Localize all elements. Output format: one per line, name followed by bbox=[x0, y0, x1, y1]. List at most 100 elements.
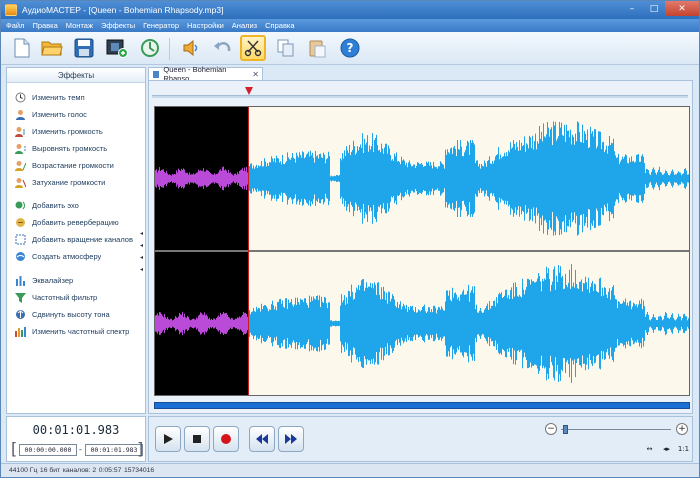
reverb-icon bbox=[15, 217, 26, 228]
effect-label: Создать атмосферу bbox=[32, 251, 102, 261]
rotation-icon bbox=[15, 234, 26, 245]
effect-label: Изменить громкость bbox=[32, 126, 103, 136]
zoom-slider-track[interactable] bbox=[561, 429, 671, 430]
menu-effects[interactable]: Эффекты bbox=[101, 21, 135, 30]
record-button[interactable] bbox=[213, 426, 239, 452]
zoom-in-button[interactable]: + bbox=[676, 423, 688, 435]
open-button[interactable] bbox=[39, 35, 65, 61]
spectrum-icon bbox=[15, 326, 26, 337]
collapse-arrow-icon[interactable]: ◂ bbox=[140, 242, 143, 249]
effect-change-volume[interactable]: Изменить громкость bbox=[15, 124, 103, 138]
effect-change-voice[interactable]: Изменить голос bbox=[15, 107, 87, 121]
waveform-area[interactable] bbox=[154, 106, 690, 396]
effect-pitch-shift[interactable]: Сдвинуть высоту тона bbox=[15, 307, 110, 321]
equalizer-icon bbox=[15, 275, 26, 286]
copy-button[interactable] bbox=[273, 35, 299, 61]
record-icon bbox=[221, 434, 231, 444]
current-time: 00:01:01.983 bbox=[32, 423, 120, 437]
collapse-arrow-icon[interactable]: ◂ bbox=[140, 254, 143, 261]
volume-button[interactable] bbox=[178, 35, 204, 61]
effect-label: Добавить реверберацию bbox=[32, 217, 119, 227]
zoom-1-1-button[interactable]: 1:1 bbox=[677, 443, 690, 455]
paste-button[interactable] bbox=[304, 35, 330, 61]
convert-button[interactable] bbox=[137, 35, 163, 61]
timeline-bar[interactable] bbox=[152, 95, 688, 98]
paste-icon bbox=[309, 40, 326, 58]
collapse-arrow-icon[interactable]: ◂ bbox=[140, 266, 143, 273]
fast-forward-button[interactable] bbox=[278, 426, 304, 452]
volume-person-icon bbox=[15, 177, 26, 188]
effect-label: Сдвинуть высоту тона bbox=[32, 309, 110, 319]
menu-file[interactable]: Файл bbox=[6, 21, 24, 30]
volume-person-icon bbox=[15, 160, 26, 171]
effect-atmosphere[interactable]: Создать атмосферу bbox=[15, 249, 101, 263]
transport-bar: − + ↔ ◂▸ 1:1 bbox=[148, 416, 693, 462]
fit-vertical-button[interactable]: ◂▸ bbox=[660, 443, 673, 455]
save-button[interactable] bbox=[71, 35, 97, 61]
effect-equalizer[interactable]: Эквалайзер bbox=[15, 273, 73, 287]
scroll-bar[interactable] bbox=[154, 402, 690, 409]
menu-generator[interactable]: Генератор bbox=[143, 21, 179, 30]
effect-label: Частотный фильтр bbox=[32, 292, 98, 302]
toolbar: ? bbox=[1, 32, 699, 65]
help-button[interactable]: ? bbox=[337, 35, 363, 61]
video-button[interactable] bbox=[104, 35, 130, 61]
timeline[interactable] bbox=[152, 87, 688, 101]
close-button[interactable]: ✕ bbox=[665, 1, 699, 16]
effect-label: Изменить частотный спектр bbox=[32, 326, 130, 336]
effects-header: Эффекты bbox=[7, 68, 145, 83]
copy-icon bbox=[277, 39, 294, 57]
pitch-icon bbox=[15, 309, 26, 320]
stop-button[interactable] bbox=[184, 426, 210, 452]
effect-fade-out[interactable]: Затухание громкости bbox=[15, 175, 105, 189]
menu-settings[interactable]: Настройки bbox=[187, 21, 224, 30]
rewind-button[interactable] bbox=[249, 426, 275, 452]
window-controls: – □ ✕ bbox=[621, 1, 699, 17]
playhead-line bbox=[248, 107, 249, 395]
app-window: АудиоМАСТЕР - [Queen - Bohemian Rhapsody… bbox=[0, 0, 700, 478]
effect-frequency-spectrum[interactable]: Изменить частотный спектр bbox=[15, 324, 129, 338]
document-tab[interactable]: Queen - Bohemian Rhapso... ✕ bbox=[148, 65, 263, 83]
collapse-arrow-icon[interactable]: ◂ bbox=[140, 230, 143, 237]
menu-analysis[interactable]: Анализ bbox=[232, 21, 257, 30]
maximize-button[interactable]: □ bbox=[643, 1, 665, 16]
effect-label: Возрастание громкости bbox=[32, 160, 114, 170]
menu-montage[interactable]: Монтаж bbox=[66, 21, 93, 30]
effect-echo[interactable]: Добавить эхо bbox=[15, 198, 79, 212]
svg-text:?: ? bbox=[347, 41, 354, 55]
close-tab-icon[interactable]: ✕ bbox=[252, 70, 259, 79]
effect-label: Затухание громкости bbox=[32, 177, 106, 187]
undo-button[interactable] bbox=[209, 35, 235, 61]
effect-label: Добавить эхо bbox=[32, 200, 79, 210]
fast-forward-icon bbox=[285, 434, 297, 444]
echo-icon bbox=[15, 200, 26, 211]
undo-icon bbox=[214, 42, 231, 52]
effects-panel: Эффекты Изменить темп Изменить голос Изм… bbox=[6, 67, 146, 414]
zoom-out-button[interactable]: − bbox=[545, 423, 557, 435]
selection-start-field[interactable]: 00:00:00.000 bbox=[19, 444, 77, 456]
new-file-button[interactable] bbox=[9, 35, 35, 61]
filter-icon bbox=[15, 292, 26, 303]
effect-change-tempo[interactable]: Изменить темп bbox=[15, 90, 85, 104]
effect-channel-rotation[interactable]: Добавить вращение каналов bbox=[15, 232, 133, 246]
effect-label: Эквалайзер bbox=[32, 275, 74, 285]
effect-normalize-volume[interactable]: Выровнять громкость bbox=[15, 141, 107, 155]
status-channels: каналов: 2 bbox=[62, 467, 97, 474]
menu-help[interactable]: Справка bbox=[265, 21, 294, 30]
play-button[interactable] bbox=[155, 426, 181, 452]
fit-horizontal-button[interactable]: ↔ bbox=[643, 443, 656, 455]
play-icon bbox=[164, 434, 173, 444]
playhead-marker-icon[interactable] bbox=[245, 87, 253, 95]
effect-reverb[interactable]: Добавить реверберацию bbox=[15, 215, 119, 229]
person-icon bbox=[15, 109, 26, 120]
minimize-button[interactable]: – bbox=[621, 1, 643, 16]
menu-bar: Файл Правка Монтаж Эффекты Генератор Нас… bbox=[1, 19, 699, 32]
effect-fade-in[interactable]: Возрастание громкости bbox=[15, 158, 114, 172]
open-folder-icon bbox=[41, 41, 63, 56]
window-title: АудиоМАСТЕР - [Queen - Bohemian Rhapsody… bbox=[22, 5, 224, 15]
effect-frequency-filter[interactable]: Частотный фильтр bbox=[15, 290, 97, 304]
cut-button[interactable] bbox=[240, 35, 266, 61]
menu-edit[interactable]: Правка bbox=[32, 21, 57, 30]
zoom-slider-thumb[interactable] bbox=[563, 425, 568, 434]
selection-end-field[interactable]: 00:01:01.983 bbox=[85, 444, 143, 456]
